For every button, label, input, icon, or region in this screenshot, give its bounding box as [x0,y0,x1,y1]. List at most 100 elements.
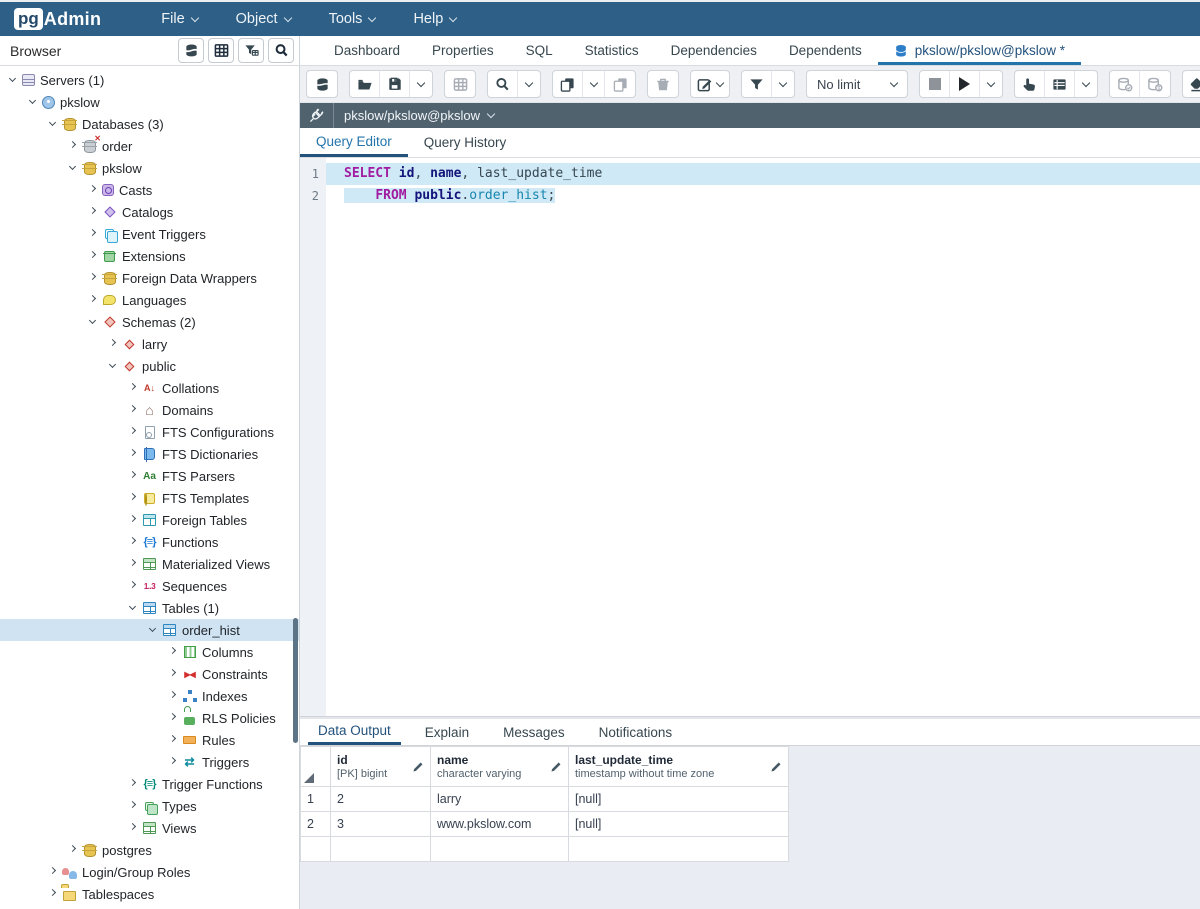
tree-item-db-pkslow[interactable]: pkslow [0,157,299,179]
tree-item-rls-policies[interactable]: RLS Policies [0,707,299,729]
tree-scrollbar[interactable] [293,618,298,743]
explain-options-dropdown[interactable] [1075,71,1097,97]
find-options-dropdown[interactable] [518,71,540,97]
tree-item-fts-dictionaries[interactable]: FTS Dictionaries [0,443,299,465]
tree-item-fdw[interactable]: Foreign Data Wrappers [0,267,299,289]
row-number[interactable]: 1 [301,787,331,812]
edit-column-icon[interactable] [770,761,782,773]
explain-button[interactable] [1015,71,1045,97]
menu-object[interactable]: Object [236,11,291,27]
tree-item-server-pkslow[interactable]: pkslow [0,91,299,113]
tab-query-history[interactable]: Query History [408,128,523,157]
cell-empty[interactable] [431,837,569,862]
tree-item-casts[interactable]: Casts [0,179,299,201]
tree-item-sequences[interactable]: 1..3Sequences [0,575,299,597]
tab-explain[interactable]: Explain [415,719,479,745]
tree-item-languages[interactable]: Languages [0,289,299,311]
object-explorer-refresh-button[interactable] [178,38,204,63]
clear-button[interactable] [1183,71,1200,97]
tree-item-event-triggers[interactable]: Event Triggers [0,223,299,245]
menu-tools[interactable]: Tools [329,11,376,27]
tree-item-fts-parsers[interactable]: AaFTS Parsers [0,465,299,487]
tab-query-editor[interactable]: Query Editor [300,128,408,157]
tab-notifications[interactable]: Notifications [589,719,683,745]
column-header-last-update-time[interactable]: last_update_time timestamp without time … [569,747,789,787]
tree-item-fts-configurations[interactable]: FTS Configurations [0,421,299,443]
copy-options-dropdown[interactable] [583,71,605,97]
column-header-id[interactable]: id [PK] bigint [331,747,431,787]
filtered-rows-button[interactable] [238,38,264,63]
tree-item-databases[interactable]: Databases (3) [0,113,299,135]
tree-item-constraints[interactable]: ▶◀Constraints [0,663,299,685]
tree-item-schemas[interactable]: Schemas (2) [0,311,299,333]
row-number[interactable] [301,837,331,862]
select-all-cell[interactable] [301,747,331,787]
table-row[interactable]: 2 3 www.pkslow.com [null] [301,812,789,837]
cell-name[interactable]: larry [431,787,569,812]
table-row[interactable]: 1 2 larry [null] [301,787,789,812]
new-query-tool-button[interactable] [307,71,337,97]
tab-sql[interactable]: SQL [510,36,569,65]
tab-statistics[interactable]: Statistics [569,36,655,65]
menu-file[interactable]: File [161,11,197,27]
tree-item-functions[interactable]: {≡}Functions [0,531,299,553]
tree-item-catalogs[interactable]: Catalogs [0,201,299,223]
tab-dependencies[interactable]: Dependencies [655,36,773,65]
connection-status[interactable] [300,103,334,128]
tab-properties[interactable]: Properties [416,36,510,65]
tree-item-login-group-roles[interactable]: Login/Group Roles [0,861,299,883]
cell-id[interactable]: 2 [331,787,431,812]
tree-item-order-hist[interactable]: order_hist [0,619,299,641]
tree-item-domains[interactable]: ⌂Domains [0,399,299,421]
filter-button[interactable] [742,71,772,97]
execute-button[interactable] [950,71,980,97]
edit-column-icon[interactable] [550,761,562,773]
tree-item-materialized-views[interactable]: Materialized Views [0,553,299,575]
tree-item-schema-larry[interactable]: larry [0,333,299,355]
open-file-button[interactable] [350,71,380,97]
column-header-name[interactable]: name character varying [431,747,569,787]
save-file-button[interactable] [380,71,410,97]
commit-button-disabled[interactable] [1110,71,1140,97]
tree-item-fts-templates[interactable]: FTS Templates [0,487,299,509]
view-data-grid-button[interactable] [208,38,234,63]
tab-messages[interactable]: Messages [493,719,575,745]
tab-query-tool-active[interactable]: pkslow/pkslow@pkslow * [878,36,1081,65]
tree-item-foreign-tables[interactable]: Foreign Tables [0,509,299,531]
tree-item-types[interactable]: Types [0,795,299,817]
edit-column-icon[interactable] [412,761,424,773]
tree-item-views[interactable]: Views [0,817,299,839]
search-objects-button[interactable] [268,38,294,63]
delete-button-disabled[interactable] [648,71,678,97]
cell-empty[interactable] [569,837,789,862]
tree-item-db-order[interactable]: ✕order [0,135,299,157]
stop-button-disabled[interactable] [920,71,950,97]
cell-last-update-time[interactable]: [null] [569,812,789,837]
edit-button[interactable] [691,71,729,97]
tree-item-tablespaces[interactable]: Tablespaces [0,883,299,905]
save-options-dropdown[interactable] [410,71,432,97]
execute-options-dropdown[interactable] [980,71,1002,97]
tree-item-collations[interactable]: A↓Collations [0,377,299,399]
tree-item-indexes[interactable]: Indexes [0,685,299,707]
tree-item-rules[interactable]: Rules [0,729,299,751]
tree-item-columns[interactable]: Columns [0,641,299,663]
cell-last-update-time[interactable]: [null] [569,787,789,812]
cell-empty[interactable] [331,837,431,862]
cell-name[interactable]: www.pkslow.com [431,812,569,837]
paste-button-disabled[interactable] [605,71,635,97]
tab-data-output[interactable]: Data Output [308,719,401,745]
table-row-empty[interactable] [301,837,789,862]
tree-item-triggers[interactable]: ⇄Triggers [0,751,299,773]
connection-selector[interactable]: pkslow/pkslow@pkslow [334,108,504,123]
find-button[interactable] [488,71,518,97]
cell-id[interactable]: 3 [331,812,431,837]
sql-editor[interactable]: 1 SELECT id, name, last_update_time 2 FR… [300,158,1200,716]
edit-grid-button-disabled[interactable] [445,71,475,97]
tab-dependents[interactable]: Dependents [773,36,878,65]
tree-item-servers[interactable]: Servers (1) [0,69,299,91]
tree-item-trigger-functions[interactable]: {≡}Trigger Functions [0,773,299,795]
rollback-button-disabled[interactable] [1140,71,1170,97]
tree-item-schema-public[interactable]: public [0,355,299,377]
copy-button[interactable] [553,71,583,97]
